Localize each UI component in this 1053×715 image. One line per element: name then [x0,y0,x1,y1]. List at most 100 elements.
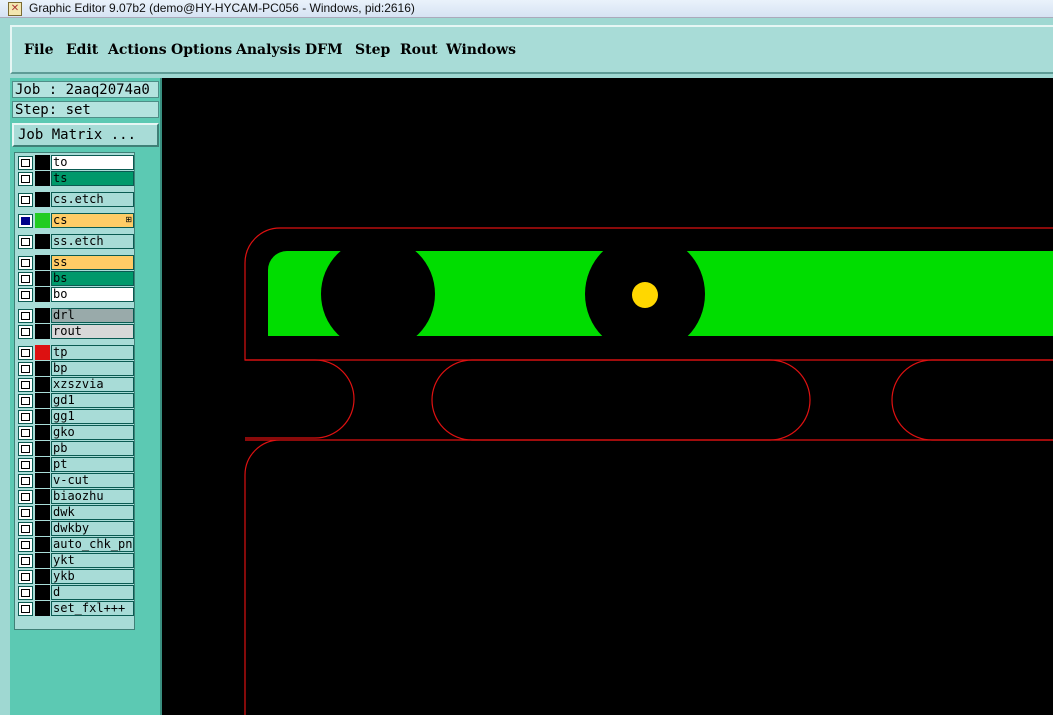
layer-row-v-cut[interactable]: v-cut [17,473,134,488]
layer-color-swatch[interactable] [35,324,50,339]
layer-checkbox[interactable] [18,554,33,568]
layer-row-gko[interactable]: gko [17,425,134,440]
layer-color-swatch[interactable] [35,569,50,584]
layer-name[interactable]: bp [51,361,134,376]
layer-row-dwk[interactable]: dwk [17,505,134,520]
menu-windows[interactable]: Windows [446,41,516,59]
layer-color-swatch[interactable] [35,457,50,472]
layer-color-swatch[interactable] [35,213,50,228]
layer-name[interactable]: bs [51,271,134,286]
layer-row-xzszvia[interactable]: xzszvia [17,377,134,392]
layer-row-d[interactable]: d [17,585,134,600]
layer-checkbox[interactable] [18,442,33,456]
layer-checkbox[interactable] [18,506,33,520]
layer-name[interactable]: to [51,155,134,170]
layer-checkbox[interactable] [18,309,33,323]
layer-name[interactable]: biaozhu [51,489,134,504]
layer-color-swatch[interactable] [35,409,50,424]
layer-row-ykt[interactable]: ykt [17,553,134,568]
layer-row-set-fxl-[interactable]: set_fxl+++ [17,601,134,616]
layer-row-ts[interactable]: ts [17,171,134,186]
layer-row-bs[interactable]: bs [17,271,134,286]
layer-checkbox[interactable] [18,235,33,249]
layer-checkbox[interactable] [18,193,33,207]
layer-color-swatch[interactable] [35,155,50,170]
layer-color-swatch[interactable] [35,473,50,488]
layer-row-ss-etch[interactable]: ss.etch [17,234,134,249]
layer-name[interactable]: pt [51,457,134,472]
job-matrix-button[interactable]: Job Matrix ... [12,123,159,147]
layer-name[interactable]: gd1 [51,393,134,408]
layer-row-drl[interactable]: drl [17,308,134,323]
layer-checkbox[interactable] [18,602,33,616]
menu-file[interactable]: File [24,41,53,59]
menu-rout[interactable]: Rout [400,41,438,59]
layer-name[interactable]: ss.etch [51,234,134,249]
layer-row-to[interactable]: to [17,155,134,170]
layer-checkbox[interactable] [18,490,33,504]
layer-color-swatch[interactable] [35,255,50,270]
layer-name[interactable]: gko [51,425,134,440]
layer-name[interactable]: ykb [51,569,134,584]
layer-name[interactable]: set_fxl+++ [51,601,134,616]
layer-name[interactable]: v-cut [51,473,134,488]
layer-checkbox[interactable] [18,586,33,600]
layer-name[interactable]: gg1 [51,409,134,424]
layer-checkbox[interactable] [18,288,33,302]
layer-row-bp[interactable]: bp [17,361,134,376]
layer-name[interactable]: pb [51,441,134,456]
layer-color-swatch[interactable] [35,377,50,392]
layer-name[interactable]: ss [51,255,134,270]
menu-dfm[interactable]: DFM [305,41,343,59]
layer-checkbox[interactable] [18,346,33,360]
layer-checkbox[interactable] [18,172,33,186]
layer-row-biaozhu[interactable]: biaozhu [17,489,134,504]
layer-checkbox[interactable] [18,156,33,170]
layer-row-cs-etch[interactable]: cs.etch [17,192,134,207]
layer-checkbox[interactable] [18,325,33,339]
layer-name[interactable]: bo [51,287,134,302]
graphics-canvas[interactable] [162,78,1053,715]
layer-checkbox[interactable] [18,426,33,440]
layer-color-swatch[interactable] [35,361,50,376]
layer-color-swatch[interactable] [35,425,50,440]
layer-checkbox[interactable] [18,214,33,228]
layer-row-auto-chk-pnl[interactable]: auto_chk_pnl [17,537,134,552]
layer-row-gg1[interactable]: gg1 [17,409,134,424]
layer-checkbox[interactable] [18,538,33,552]
layer-name[interactable]: cs [51,213,134,228]
layer-row-cs[interactable]: cs ⊞ [17,213,134,228]
layer-name[interactable]: xzszvia [51,377,134,392]
layer-color-swatch[interactable] [35,585,50,600]
layer-row-ss[interactable]: ss [17,255,134,270]
layer-color-swatch[interactable] [35,441,50,456]
layer-checkbox[interactable] [18,570,33,584]
layer-color-swatch[interactable] [35,234,50,249]
layer-color-swatch[interactable] [35,393,50,408]
layer-color-swatch[interactable] [35,308,50,323]
layer-row-tp[interactable]: tp [17,345,134,360]
layer-color-swatch[interactable] [35,521,50,536]
menu-options[interactable]: Options [171,41,232,59]
layer-color-swatch[interactable] [35,171,50,186]
layer-checkbox[interactable] [18,378,33,392]
layer-checkbox[interactable] [18,474,33,488]
layer-name[interactable]: ykt [51,553,134,568]
layer-row-gd1[interactable]: gd1 [17,393,134,408]
layer-name[interactable]: auto_chk_pnl [51,537,134,552]
menu-edit[interactable]: Edit [66,41,98,59]
layer-row-ykb[interactable]: ykb [17,569,134,584]
menu-actions[interactable]: Actions [108,41,167,59]
layer-color-swatch[interactable] [35,192,50,207]
layer-name[interactable]: d [51,585,134,600]
layer-checkbox[interactable] [18,394,33,408]
layer-color-swatch[interactable] [35,489,50,504]
layer-color-swatch[interactable] [35,271,50,286]
layer-name[interactable]: cs.etch [51,192,134,207]
layer-name[interactable]: rout [51,324,134,339]
layer-name[interactable]: drl [51,308,134,323]
layer-checkbox[interactable] [18,362,33,376]
layer-color-swatch[interactable] [35,287,50,302]
layer-checkbox[interactable] [18,522,33,536]
layer-name[interactable]: dwk [51,505,134,520]
